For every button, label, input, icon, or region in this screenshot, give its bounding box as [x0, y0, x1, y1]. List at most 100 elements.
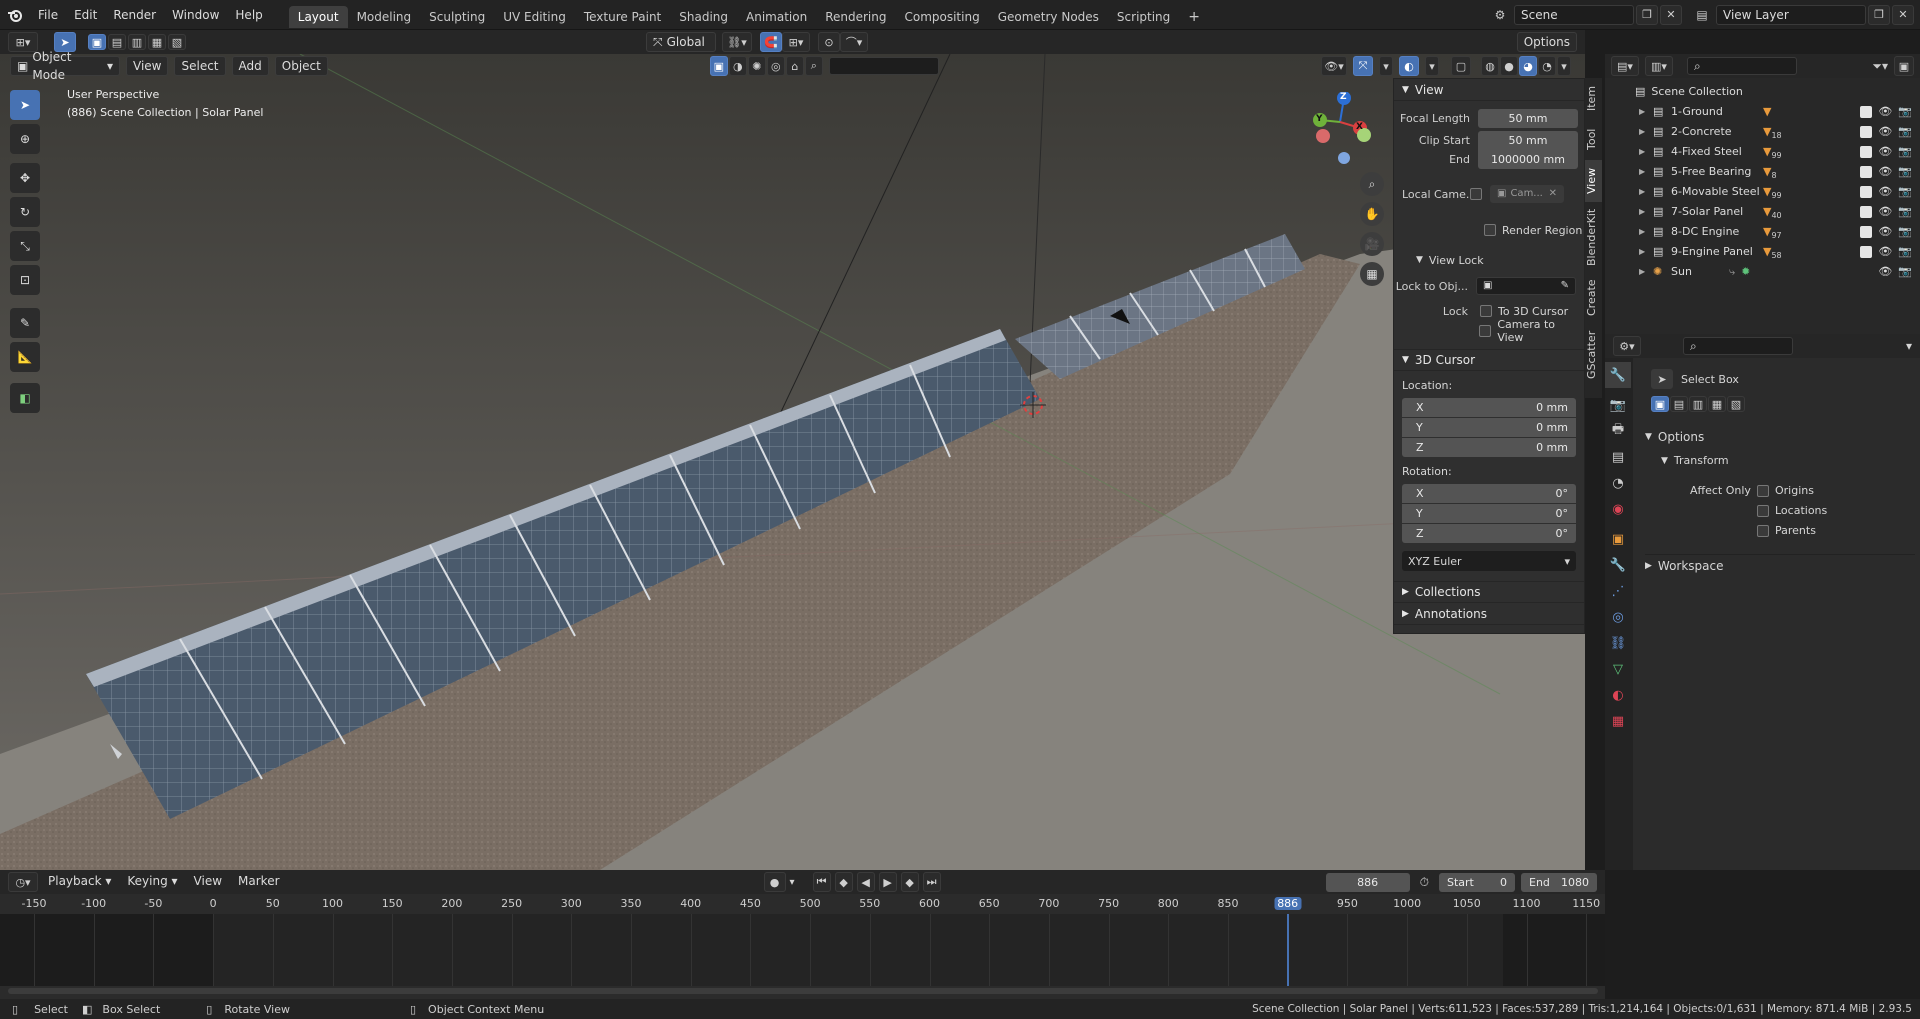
falloff-icon[interactable]: ⌒▾	[840, 32, 868, 52]
particles-tab-icon[interactable]: ⋰	[1605, 578, 1631, 604]
overlay-toggle-icon[interactable]: ◐	[1399, 56, 1419, 76]
camera-render-icon[interactable]: 📷	[1898, 262, 1912, 282]
local-camera-field[interactable]: ▣ Cam... ✕	[1490, 185, 1564, 203]
render-tab-icon[interactable]: 📷	[1605, 392, 1631, 418]
outliner-row[interactable]: ▶ ▤ 9-Engine Panel ▼ 58 👁 📷	[1605, 242, 1920, 262]
tab-rendering[interactable]: Rendering	[816, 6, 895, 28]
menu-playback[interactable]: Playback ▾	[42, 872, 117, 892]
mode-extend-icon[interactable]: ▤	[1670, 396, 1688, 412]
rendered-shading-icon[interactable]: ◔	[1538, 56, 1556, 76]
tab-sculpting[interactable]: Sculpting	[420, 6, 494, 28]
transform-tool[interactable]: ⊡	[10, 265, 40, 295]
camera-render-icon[interactable]: 📷	[1898, 162, 1912, 182]
scale-tool[interactable]: ⤡	[10, 231, 40, 261]
output-tab-icon[interactable]: 🖶	[1605, 418, 1631, 444]
xray-icon[interactable]: ▢	[1451, 56, 1471, 76]
render-region-checkbox[interactable]	[1484, 224, 1496, 236]
menu-object[interactable]: Object	[274, 56, 328, 76]
outliner-row[interactable]: ▶ ✺ Sun ⤷ ✹ 👁 📷	[1605, 262, 1920, 282]
record-icon[interactable]: ●	[763, 872, 786, 892]
eye-icon[interactable]: 👁	[1878, 122, 1892, 142]
parents-checkbox[interactable]	[1757, 524, 1769, 537]
annotate-tool[interactable]: ✎	[10, 308, 40, 338]
menu-edit[interactable]: Edit	[66, 0, 105, 30]
scene-field[interactable]: Scene	[1514, 4, 1634, 25]
origins-checkbox[interactable]	[1757, 484, 1769, 497]
delete-view-layer-icon[interactable]: ✕	[1892, 4, 1914, 25]
annotations-panel-header[interactable]: ▶ Annotations	[1394, 603, 1584, 625]
material-shading-icon[interactable]: ◕	[1519, 56, 1537, 76]
modifier-tab-icon[interactable]: 🔧	[1605, 552, 1631, 578]
display-mode-icon[interactable]: ▥▾	[1645, 56, 1673, 76]
outliner-editor-icon[interactable]: ▤▾	[1611, 56, 1639, 76]
wireframe-shading-icon[interactable]: ◍	[1481, 56, 1499, 76]
timeline-ruler[interactable]: -150 -100 -50 0 50 100 150 200 250 300 350 400 450 50…	[0, 894, 1605, 914]
options-panel-header[interactable]: ▼ Options	[1645, 430, 1704, 444]
scene-tab-icon[interactable]: ◔	[1605, 470, 1631, 496]
data-tab-icon[interactable]: ▽	[1605, 656, 1631, 682]
menu-render[interactable]: Render	[105, 0, 164, 30]
navigation-gizmo[interactable]: Z Y X	[1308, 91, 1372, 168]
camera-render-icon[interactable]: 📷	[1898, 122, 1912, 142]
cursor-tool[interactable]: ⊕	[10, 124, 40, 154]
expand-arrow-icon[interactable]: ▶	[1639, 142, 1653, 162]
tab-compositing[interactable]: Compositing	[895, 6, 988, 28]
3d-cursor-panel-header[interactable]: ▼ 3D Cursor	[1394, 349, 1584, 371]
ortho-grid-icon[interactable]: ▦	[1360, 262, 1384, 286]
eyedropper-icon[interactable]: ✎	[1561, 277, 1569, 295]
start-frame-field[interactable]: Start 0	[1439, 872, 1515, 892]
select-subtract-icon[interactable]: ▥	[128, 34, 146, 50]
eye-icon[interactable]: 👁	[1878, 182, 1892, 202]
menu-keying[interactable]: Keying ▾	[121, 872, 183, 892]
viewport-search-icon[interactable]: ⌕	[804, 56, 823, 76]
workspace-panel-header[interactable]: ▶ Workspace	[1645, 554, 1915, 573]
zoom-icon[interactable]: ⌕	[1360, 172, 1384, 196]
eye-icon[interactable]: 👁	[1878, 102, 1892, 122]
eye-icon[interactable]: 👁	[1878, 202, 1892, 222]
exclude-checkbox[interactable]	[1860, 106, 1873, 118]
timeline-scrollbar[interactable]	[8, 988, 1598, 994]
rotate-tool[interactable]: ↻	[10, 197, 40, 227]
expand-arrow-icon[interactable]: ▶	[1639, 102, 1653, 122]
delete-scene-icon[interactable]: ✕	[1660, 4, 1682, 25]
playhead-line[interactable]	[1286, 914, 1289, 986]
view-lock-header[interactable]: ▼ View Lock	[1394, 249, 1584, 271]
tab-item[interactable]: Item	[1585, 78, 1602, 118]
outliner-search-input[interactable]: ⌕	[1687, 57, 1797, 75]
camera-render-icon[interactable]: 📷	[1898, 202, 1912, 222]
timeline-editor-icon[interactable]: ◷▾	[8, 872, 38, 892]
select-invert-icon[interactable]: ▦	[148, 34, 166, 50]
proportional-edit-icon[interactable]: ⊙	[818, 32, 840, 52]
cursor-location-x[interactable]: X0 mm	[1402, 398, 1576, 417]
new-collection-icon[interactable]: ▣	[1894, 56, 1914, 76]
scene-icon[interactable]: ⚙	[1486, 8, 1514, 22]
outliner-row[interactable]: ▶ ▤ 7-Solar Panel ▼ 40 👁 📷	[1605, 202, 1920, 222]
tab-uv-editing[interactable]: UV Editing	[494, 6, 575, 28]
clip-end-field[interactable]: 1000000 mm	[1478, 149, 1578, 169]
select-intersect-icon[interactable]: ▧	[168, 34, 186, 50]
play-reverse-icon[interactable]: ◀	[856, 872, 875, 892]
object-tab-icon[interactable]: ▣	[1605, 526, 1631, 552]
focal-length-field[interactable]: 50 mm	[1478, 108, 1578, 128]
snap-target-icon[interactable]: ⊞▾	[782, 32, 810, 52]
lock-3d-cursor-checkbox[interactable]	[1480, 305, 1492, 317]
add-workspace-button[interactable]: +	[1179, 6, 1209, 28]
filter-curve-icon[interactable]: ◑	[728, 56, 747, 76]
tab-animation[interactable]: Animation	[737, 6, 816, 28]
exclude-checkbox[interactable]	[1860, 126, 1873, 138]
chevron-down-icon[interactable]: ▾	[790, 877, 795, 888]
scene-collection-row[interactable]: ▤ Scene Collection	[1605, 82, 1920, 102]
locations-checkbox[interactable]	[1757, 504, 1769, 517]
filter-mesh-icon[interactable]: ▣	[709, 56, 728, 76]
view-panel-header[interactable]: ▼ View	[1394, 79, 1584, 101]
menu-marker[interactable]: Marker	[232, 872, 285, 892]
properties-search-input[interactable]: ⌕	[1683, 337, 1793, 355]
prev-keyframe-icon[interactable]: ◆	[834, 872, 853, 892]
cursor-location-z[interactable]: Z0 mm	[1402, 438, 1576, 457]
viewport-search-input[interactable]	[828, 57, 939, 75]
menu-file[interactable]: File	[30, 0, 66, 30]
pivot-point-icon[interactable]: ⛓▾	[722, 32, 752, 52]
cursor-location-y[interactable]: Y0 mm	[1402, 418, 1576, 437]
outliner-row[interactable]: ▶ ▤ 5-Free Bearing ▼ 8 👁 📷	[1605, 162, 1920, 182]
options-dropdown[interactable]: Options	[1516, 32, 1577, 52]
